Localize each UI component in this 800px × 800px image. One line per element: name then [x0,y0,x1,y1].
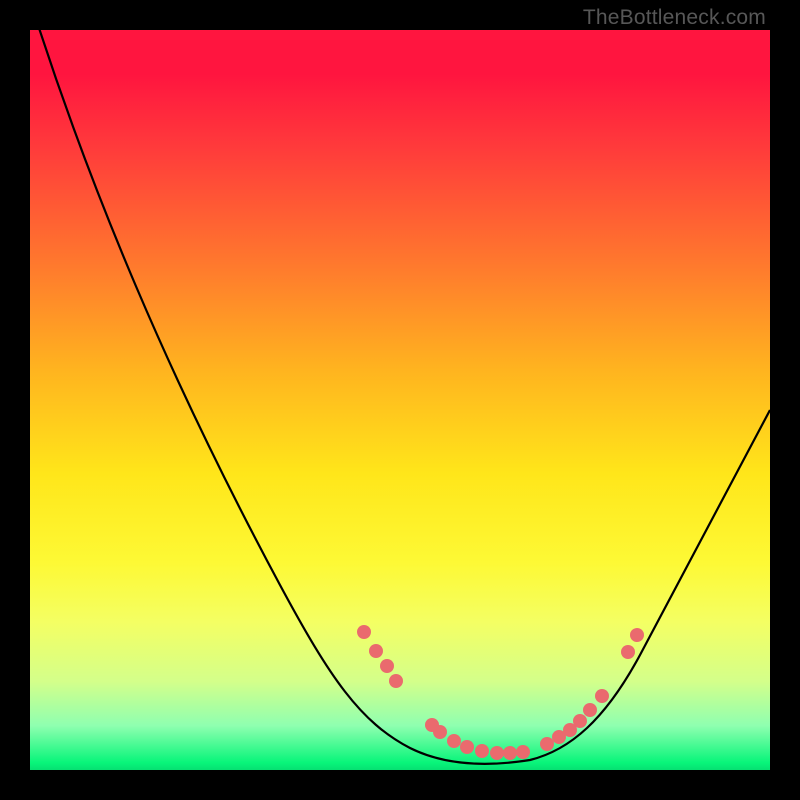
data-marker [595,689,609,703]
data-marker [540,737,554,751]
chart-frame [30,30,770,770]
data-marker [621,645,635,659]
data-marker [583,703,597,717]
data-marker [460,740,474,754]
data-marker [630,628,644,642]
data-marker [503,746,517,760]
data-marker [475,744,489,758]
data-marker [380,659,394,673]
marker-group [357,625,644,760]
plot-area [30,30,770,770]
data-marker [490,746,504,760]
data-marker [369,644,383,658]
data-marker [433,725,447,739]
data-marker [389,674,403,688]
data-marker [573,714,587,728]
chart-svg [30,30,770,770]
data-marker [447,734,461,748]
bottleneck-curve-path [30,30,770,764]
data-marker [357,625,371,639]
data-marker [516,745,530,759]
watermark-text: TheBottleneck.com [583,6,766,30]
